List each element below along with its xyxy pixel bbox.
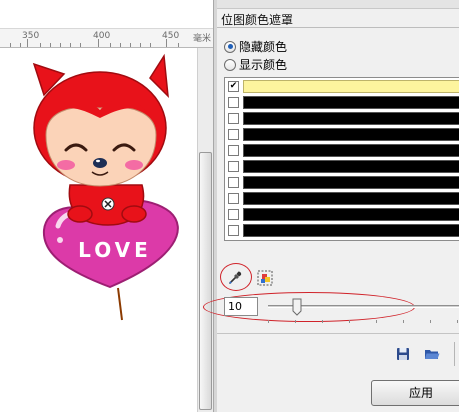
- color-swatch[interactable]: [243, 208, 459, 221]
- color-row-checkbox[interactable]: [228, 225, 239, 236]
- ruler-label-450: 450: [162, 31, 180, 41]
- color-swatch[interactable]: [243, 144, 459, 157]
- ruler-label-350: 350: [22, 31, 40, 41]
- eyedropper-button[interactable]: [226, 267, 246, 287]
- color-swatch[interactable]: [243, 224, 459, 237]
- color-row-checkbox[interactable]: [228, 97, 239, 108]
- balloon-love-text: LOVE: [78, 238, 152, 262]
- fox-balloon-artwork[interactable]: LOVE: [0, 0, 197, 412]
- bitmap-color-mask-docker: 位图颜色遮罩 隐藏颜色 显示颜色 ✔ 10 应用: [203, 0, 459, 412]
- color-select-button[interactable]: [255, 268, 275, 288]
- color-swatch[interactable]: [243, 128, 459, 141]
- hide-colors-label: 隐藏颜色: [239, 40, 288, 54]
- eyedropper-icon: [229, 271, 242, 284]
- title-divider: [217, 27, 459, 28]
- color-swatch[interactable]: [243, 176, 459, 189]
- color-select-icon: [257, 270, 273, 286]
- color-row-10[interactable]: [225, 223, 459, 239]
- tolerance-input[interactable]: 10: [224, 297, 258, 316]
- color-swatch[interactable]: [243, 80, 459, 93]
- show-colors-label: 显示颜色: [239, 58, 288, 72]
- color-row-checkbox[interactable]: ✔: [228, 81, 239, 92]
- color-swatch[interactable]: [243, 96, 459, 109]
- color-row-4[interactable]: [225, 127, 459, 143]
- docker-header-strip: [217, 0, 459, 9]
- ruler-unit: 毫米: [192, 34, 211, 44]
- color-row-5[interactable]: [225, 143, 459, 159]
- save-mask-button[interactable]: [394, 345, 412, 363]
- color-row-checkbox[interactable]: [228, 177, 239, 188]
- open-mask-button[interactable]: [423, 345, 441, 363]
- open-folder-icon: [425, 350, 440, 359]
- radio-button-selected[interactable]: [224, 40, 236, 53]
- apply-button[interactable]: 应用: [371, 380, 459, 406]
- color-row-7[interactable]: [225, 175, 459, 191]
- toolbar-separator: [454, 342, 455, 366]
- tolerance-slider-ticks: [268, 320, 459, 323]
- color-row-checkbox[interactable]: [228, 129, 239, 140]
- color-swatch[interactable]: [243, 160, 459, 173]
- tolerance-slider-thumb[interactable]: [292, 298, 302, 316]
- color-row-2[interactable]: [225, 95, 459, 111]
- color-row-checkbox[interactable]: [228, 145, 239, 156]
- color-row-1[interactable]: ✔: [225, 79, 459, 95]
- color-row-6[interactable]: [225, 159, 459, 175]
- hide-colors-radio[interactable]: 隐藏颜色: [224, 38, 287, 55]
- save-icon: [397, 348, 409, 360]
- color-row-9[interactable]: [225, 207, 459, 223]
- color-row-3[interactable]: [225, 111, 459, 127]
- mask-color-list[interactable]: ✔: [224, 77, 459, 241]
- show-colors-radio[interactable]: 显示颜色: [224, 56, 287, 73]
- radio-button[interactable]: [224, 58, 236, 71]
- color-row-checkbox[interactable]: [228, 209, 239, 220]
- color-row-checkbox[interactable]: [228, 193, 239, 204]
- docker-title: 位图颜色遮罩: [221, 13, 294, 27]
- scrollbar-thumb[interactable]: [199, 152, 212, 410]
- drawing-canvas[interactable]: LOVE: [0, 0, 197, 412]
- color-row-8[interactable]: [225, 191, 459, 207]
- panel-separator: [217, 333, 459, 334]
- color-row-checkbox[interactable]: [228, 113, 239, 124]
- color-swatch[interactable]: [243, 112, 459, 125]
- ruler-label-400: 400: [93, 31, 111, 41]
- horizontal-ruler: 350 400 450 毫米: [0, 28, 213, 48]
- color-swatch[interactable]: [243, 192, 459, 205]
- canvas-vertical-scrollbar[interactable]: [197, 48, 213, 412]
- color-row-checkbox[interactable]: [228, 161, 239, 172]
